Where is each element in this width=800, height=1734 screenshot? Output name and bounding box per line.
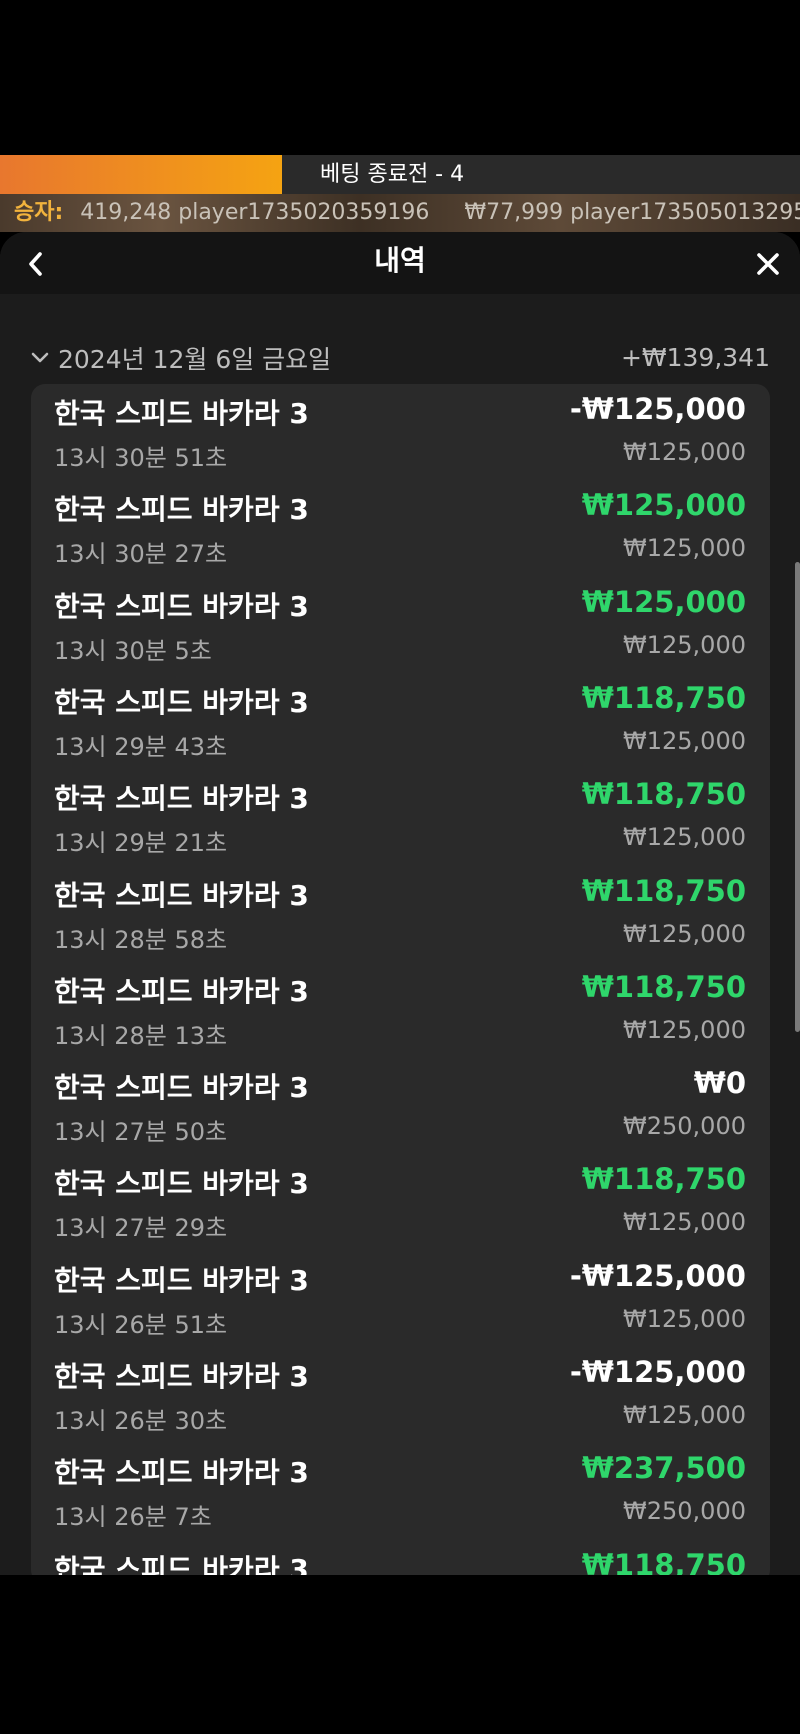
history-entry[interactable]: 한국 스피드 바카라 3 13시 30분 51초 -₩125,000 ₩125,000 xyxy=(31,384,770,480)
game-name: 한국 스피드 바카라 3 xyxy=(54,1071,309,1105)
entry-amount: ₩125,000 xyxy=(581,584,746,619)
entry-amount: ₩118,750 xyxy=(581,873,746,908)
date-label: 2024년 12월 6일 금요일 xyxy=(58,345,332,374)
entry-bet-amount: ₩125,000 xyxy=(623,1304,746,1333)
entry-amount: ₩118,750 xyxy=(581,1547,746,1575)
history-header: 내역 xyxy=(0,232,800,294)
entry-time: 13시 28분 13초 xyxy=(54,1021,228,1050)
entry-time: 13시 26분 51초 xyxy=(54,1310,228,1339)
game-name: 한국 스피드 바카라 3 xyxy=(54,1167,309,1201)
entry-time: 13시 26분 7초 xyxy=(54,1503,212,1532)
betting-status-bar: 베팅 종료전 - 4 xyxy=(0,155,800,194)
history-list: 한국 스피드 바카라 3 13시 30분 51초 -₩125,000 ₩125,000… xyxy=(31,384,770,1575)
entry-amount: ₩118,750 xyxy=(581,969,746,1004)
entry-bet-amount: ₩250,000 xyxy=(623,1497,746,1526)
entry-bet-amount: ₩125,000 xyxy=(623,726,746,755)
history-entry[interactable]: 한국 스피드 바카라 3 13시 27분 29초 ₩118,750 ₩125,000 xyxy=(31,1154,770,1250)
betting-progress-fill xyxy=(0,155,282,194)
entry-amount: ₩237,500 xyxy=(581,1451,746,1486)
game-name: 한국 스피드 바카라 3 xyxy=(54,782,309,816)
winner-item: 419,248 player1735020359196 xyxy=(80,200,430,225)
winners-label: 승자: xyxy=(14,200,64,225)
entry-bet-amount: ₩125,000 xyxy=(623,823,746,852)
winner-item: ₩77,999 player1735050132957 xyxy=(464,200,800,225)
history-entry[interactable]: 한국 스피드 바카라 3 13시 30분 5초 ₩125,000 ₩125,000 xyxy=(31,577,770,673)
entry-bet-amount: ₩125,000 xyxy=(623,438,746,466)
history-entry[interactable]: 한국 스피드 바카라 3 13시 26분 51초 -₩125,000 ₩125,000 xyxy=(31,1251,770,1347)
entry-time: 13시 29분 43초 xyxy=(54,732,228,761)
chevron-down-icon xyxy=(31,352,49,363)
close-icon xyxy=(757,253,779,275)
entry-amount: -₩125,000 xyxy=(569,1258,746,1293)
game-name: 한국 스피드 바카라 3 xyxy=(54,974,309,1008)
entry-time: 13시 30분 27초 xyxy=(54,540,228,569)
entry-amount: -₩125,000 xyxy=(569,1355,746,1389)
history-entry[interactable]: 한국 스피드 바카라 3 13시 28분 13초 ₩118,750 ₩125,000 xyxy=(31,962,770,1058)
game-name: 한국 스피드 바카라 3 xyxy=(54,493,309,527)
game-name: 한국 스피드 바카라 3 xyxy=(54,878,309,912)
history-entry[interactable]: 한국 스피드 바카라 3 ₩118,750 xyxy=(31,1540,770,1575)
entry-time: 13시 29분 21초 xyxy=(54,829,228,858)
game-name: 한국 스피드 바카라 3 xyxy=(54,1552,309,1575)
entry-time: 13시 27분 50초 xyxy=(54,1118,228,1147)
history-entry[interactable]: 한국 스피드 바카라 3 13시 29분 43초 ₩118,750 ₩125,000 xyxy=(31,673,770,769)
history-entry[interactable]: 한국 스피드 바카라 3 13시 29분 21초 ₩118,750 ₩125,000 xyxy=(31,769,770,865)
game-name: 한국 스피드 바카라 3 xyxy=(54,1456,309,1490)
betting-status-text: 베팅 종료전 - 4 xyxy=(320,162,465,187)
history-sheet: 내역 2024년 12월 6일 금요일 +₩139,341 한국 스피드 바카라… xyxy=(0,232,800,1575)
winners-ticker: 승자: 419,248 player1735020359196 ₩77,999 … xyxy=(0,194,800,232)
entry-time: 13시 26분 30초 xyxy=(54,1407,228,1435)
entry-bet-amount: ₩125,000 xyxy=(623,1208,746,1237)
entry-bet-amount: ₩250,000 xyxy=(623,1112,746,1141)
game-name: 한국 스피드 바카라 3 xyxy=(54,397,309,430)
date-total: +₩139,341 xyxy=(620,343,770,372)
entry-bet-amount: ₩125,000 xyxy=(623,919,746,948)
game-name: 한국 스피드 바카라 3 xyxy=(54,1360,309,1393)
entry-amount: ₩0 xyxy=(693,1066,746,1101)
scrollbar-thumb[interactable] xyxy=(795,562,800,1032)
entry-bet-amount: ₩125,000 xyxy=(623,1401,746,1429)
entry-bet-amount: ₩125,000 xyxy=(623,534,746,563)
entry-amount: ₩118,750 xyxy=(581,1162,746,1197)
history-entry[interactable]: 한국 스피드 바카라 3 13시 30분 27초 ₩125,000 ₩125,000 xyxy=(31,480,770,576)
history-entry[interactable]: 한국 스피드 바카라 3 13시 28분 58초 ₩118,750 ₩125,000 xyxy=(31,866,770,962)
entry-amount: ₩125,000 xyxy=(581,488,746,523)
entry-bet-amount: ₩125,000 xyxy=(623,630,746,659)
history-entry[interactable]: 한국 스피드 바카라 3 13시 26분 7초 ₩237,500 ₩250,000 xyxy=(31,1443,770,1539)
entry-time: 13시 27분 29초 xyxy=(54,1214,228,1243)
close-button[interactable] xyxy=(748,244,788,284)
entry-bet-amount: ₩125,000 xyxy=(623,1015,746,1044)
entry-time: 13시 28분 58초 xyxy=(54,925,228,954)
history-entry[interactable]: 한국 스피드 바카라 3 13시 26분 30초 -₩125,000 ₩125,000 xyxy=(31,1347,770,1443)
entry-time: 13시 30분 51초 xyxy=(54,444,228,472)
entry-amount: ₩118,750 xyxy=(581,680,746,715)
game-name: 한국 스피드 바카라 3 xyxy=(54,1263,309,1297)
date-group-toggle[interactable]: 2024년 12월 6일 금요일 xyxy=(30,336,331,380)
entry-amount: ₩118,750 xyxy=(581,777,746,812)
history-entry[interactable]: 한국 스피드 바카라 3 13시 27분 50초 ₩0 ₩250,000 xyxy=(31,1058,770,1154)
game-name: 한국 스피드 바카라 3 xyxy=(54,685,309,719)
entry-amount: -₩125,000 xyxy=(569,392,746,426)
game-name: 한국 스피드 바카라 3 xyxy=(54,589,309,623)
page-title: 내역 xyxy=(374,244,426,277)
date-group-header: 2024년 12월 6일 금요일 +₩139,341 xyxy=(30,336,770,380)
entry-time: 13시 30분 5초 xyxy=(54,636,212,665)
